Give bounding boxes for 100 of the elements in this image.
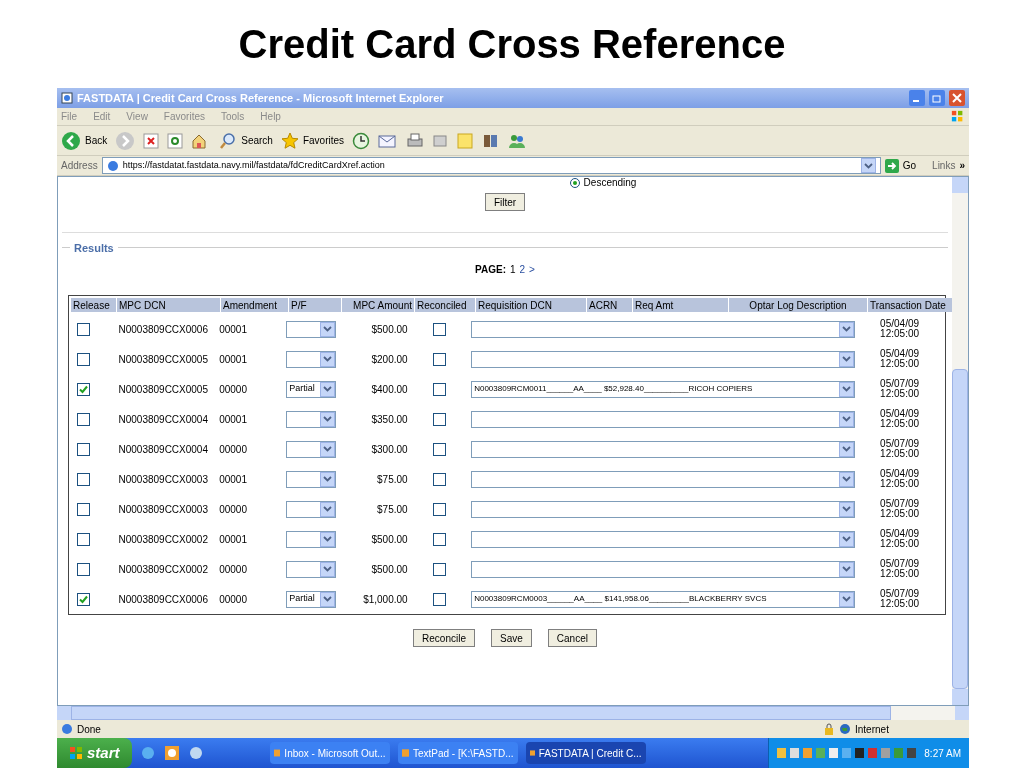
go-button[interactable]: Go (884, 158, 917, 173)
requisition-select[interactable] (471, 560, 856, 578)
checkbox[interactable] (432, 532, 446, 546)
requisition-select[interactable] (471, 350, 856, 368)
tray-icon[interactable] (855, 747, 865, 759)
address-label: Address (61, 159, 98, 173)
checkbox[interactable] (432, 472, 446, 486)
form-button[interactable]: Save (491, 629, 532, 647)
pf-select[interactable] (286, 470, 337, 488)
close-icon[interactable] (949, 90, 965, 106)
stop-icon[interactable] (143, 132, 160, 149)
checkbox[interactable] (77, 352, 90, 366)
history-icon[interactable] (352, 131, 371, 150)
browser-page-icon[interactable] (61, 92, 73, 104)
tray-icon[interactable] (777, 747, 787, 759)
table-cell-text: 00000 (219, 562, 248, 577)
checkbox[interactable] (432, 382, 446, 396)
clock-app-icon[interactable] (163, 745, 180, 761)
pf-select[interactable] (286, 500, 337, 518)
next-page-link[interactable]: > (529, 262, 535, 277)
padlock-icon[interactable] (823, 723, 835, 735)
pf-select[interactable] (286, 320, 337, 338)
mail-icon[interactable] (378, 132, 399, 149)
windows-logo-icon[interactable] (951, 109, 965, 124)
checkbox[interactable] (77, 442, 90, 456)
page-link[interactable]: 2 (519, 262, 526, 277)
form-button[interactable]: Reconcile (413, 629, 475, 647)
requisition-select[interactable]: N0003809RCM0011______AA____ $52,928.40__________RICOH COPIERS (471, 380, 856, 398)
checkbox[interactable] (432, 502, 446, 516)
checkbox[interactable] (77, 472, 90, 486)
requisition-select[interactable] (471, 320, 856, 338)
links-button[interactable]: Links (932, 158, 956, 173)
taskbar-button[interactable]: TextPad - [K:\FASTD... (397, 742, 518, 764)
checkbox[interactable] (77, 412, 90, 426)
checkbox[interactable] (77, 502, 90, 516)
pf-select[interactable] (286, 410, 337, 428)
radio-option[interactable]: Descending (569, 177, 641, 189)
table-cell-text: 00001 (219, 322, 248, 337)
page-link[interactable]: 1 (510, 262, 516, 277)
column-header: Release (71, 298, 116, 312)
checkbox[interactable] (432, 592, 446, 606)
date-text: 05/04/09 (880, 469, 920, 479)
form-button[interactable]: Filter (484, 193, 526, 211)
table-cell-text: N0003809CCX0002 (117, 562, 209, 577)
checkbox[interactable] (432, 562, 446, 576)
print-icon[interactable] (406, 131, 425, 150)
pf-select[interactable]: Partial (286, 590, 337, 608)
requisition-select[interactable] (471, 410, 856, 428)
table-cell-text: 00000 (219, 592, 248, 607)
checkbox[interactable] (432, 322, 446, 336)
table-cell-text: 00001 (219, 352, 248, 367)
date-text: 05/07/09 (880, 499, 920, 509)
pf-select[interactable]: Partial (286, 380, 337, 398)
checkbox[interactable] (432, 352, 446, 366)
home-icon[interactable] (191, 132, 208, 149)
minimize-icon[interactable] (909, 90, 925, 106)
tray-icon[interactable] (829, 747, 839, 759)
refresh-icon[interactable] (167, 132, 184, 149)
globe-icon[interactable] (839, 723, 851, 735)
requisition-select[interactable] (471, 530, 856, 548)
checkbox[interactable] (432, 412, 446, 426)
requisition-select[interactable] (471, 440, 856, 458)
taskbar-button[interactable]: Inbox - Microsoft Out... (269, 742, 390, 764)
table-cell-text: N0003809CCX0005 (117, 382, 209, 397)
pf-select[interactable] (286, 440, 337, 458)
back-button[interactable]: Back (61, 130, 108, 151)
page-done-icon[interactable] (61, 723, 73, 735)
page-label: PAGE: (475, 263, 506, 277)
favorites-button[interactable]: Favorites (280, 131, 345, 150)
checkbox[interactable] (77, 562, 90, 576)
requisition-select[interactable] (471, 470, 856, 488)
checkbox[interactable] (77, 382, 90, 396)
checkbox[interactable] (77, 322, 90, 336)
pf-select[interactable] (286, 530, 337, 548)
table-cell-text: $500.00 (370, 532, 409, 547)
time-text: 12:05:00 (880, 599, 920, 609)
horizontal-scrollbar[interactable] (57, 706, 969, 720)
checkbox[interactable] (432, 442, 446, 456)
checkbox[interactable] (77, 532, 90, 546)
tray-icon[interactable] (907, 747, 917, 759)
more-chevron[interactable]: » (959, 158, 965, 173)
requisition-select[interactable]: N0003809RCM0003______AA____ $141,958.06_________BLACKBERRY SVCS (471, 590, 856, 608)
restore-icon[interactable] (929, 90, 945, 106)
taskbar-button[interactable]: FASTDATA | Credit C... (525, 742, 646, 764)
tray-icon[interactable] (790, 747, 800, 759)
vertical-scrollbar[interactable] (952, 177, 968, 705)
table-cell-text: $200.00 (370, 352, 409, 367)
date-text: 05/04/09 (880, 349, 920, 359)
star-icon (280, 131, 299, 150)
requisition-select[interactable] (471, 500, 856, 518)
table-cell-text: N0003809CCX0003 (117, 502, 209, 517)
time-text: 12:05:00 (880, 359, 920, 369)
pf-select[interactable] (286, 350, 337, 368)
table-cell-text: $400.00 (370, 382, 409, 397)
checkbox[interactable] (77, 592, 90, 606)
search-button[interactable]: Search (219, 131, 273, 150)
address-field[interactable]: https://fastdatat.fastdata.navy.mil/fastdata/fdCreditCardXref.action (101, 157, 881, 174)
form-button[interactable]: Cancel (547, 629, 597, 647)
pf-select[interactable] (286, 560, 337, 578)
windows-logo-icon (69, 746, 83, 760)
